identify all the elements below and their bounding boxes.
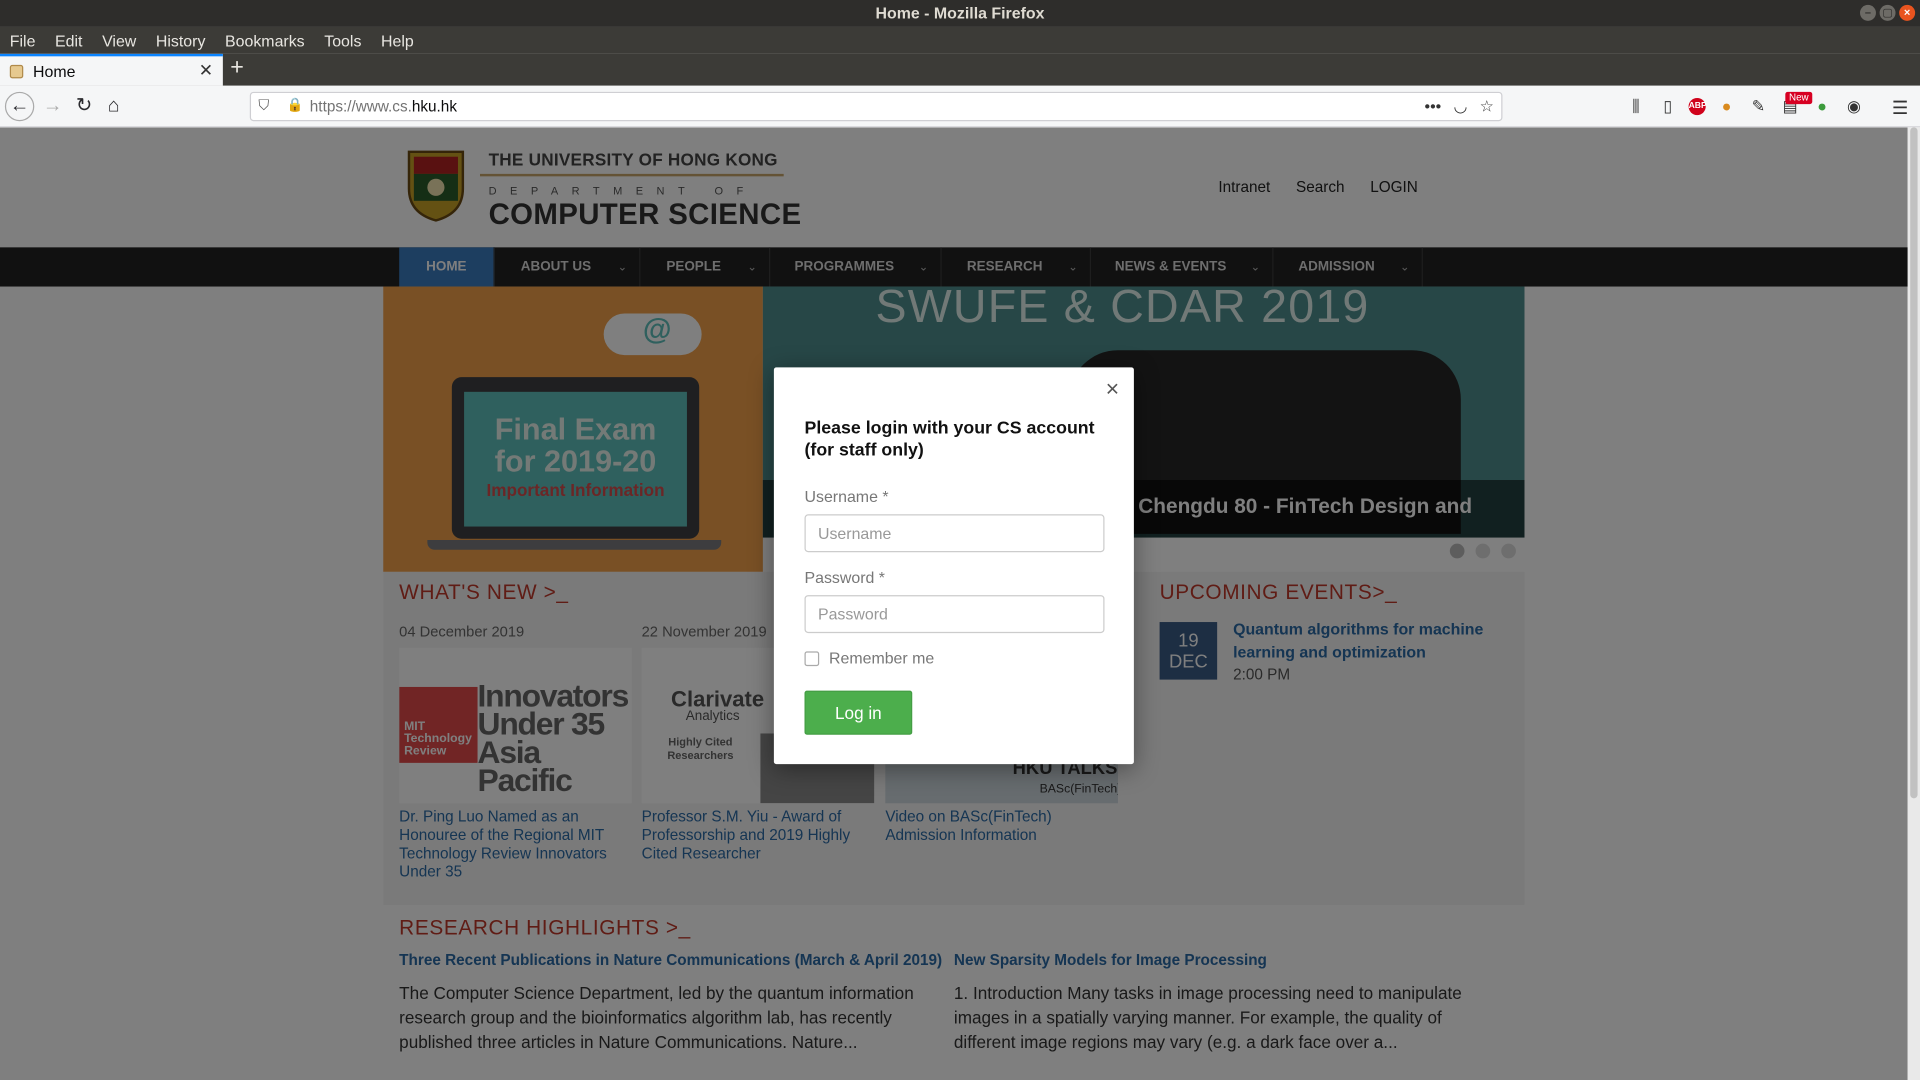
password-input[interactable] — [804, 595, 1105, 634]
tab-close-icon[interactable]: ✕ — [199, 60, 213, 81]
menu-history[interactable]: History — [156, 31, 206, 49]
maximize-icon[interactable]: ▢ — [1879, 4, 1896, 21]
pocket-icon[interactable]: ◡ — [1453, 97, 1467, 117]
menu-tools[interactable]: Tools — [324, 31, 361, 49]
url-actions: ••• ◡ ☆ — [1425, 97, 1494, 117]
adblock-icon[interactable]: ABP — [1688, 97, 1707, 116]
menu-help[interactable]: Help — [381, 31, 414, 49]
tab-label: Home — [33, 61, 76, 81]
tab-home[interactable]: Home ✕ — [0, 53, 223, 86]
favicon-icon — [9, 64, 24, 78]
window-controls: – ▢ × — [1860, 4, 1916, 21]
extension-fox-icon[interactable]: ● — [1716, 96, 1738, 118]
account-icon[interactable]: ◉ — [1843, 96, 1865, 118]
scrollbar-thumb[interactable] — [1910, 127, 1918, 799]
password-label: Password * — [804, 568, 886, 587]
home-icon[interactable]: ⌂ — [108, 96, 120, 118]
new-tab-icon[interactable]: + — [230, 55, 244, 82]
lock-icon[interactable]: 🔒 — [287, 97, 304, 113]
back-icon[interactable]: ← — [4, 91, 35, 122]
bookmark-star-icon[interactable]: ☆ — [1480, 97, 1494, 117]
url-bar[interactable]: ⛉ 🔒 https://www.cs.hku.hk ••• ◡ ☆ — [249, 91, 1503, 122]
minimize-icon[interactable]: – — [1860, 4, 1876, 21]
login-modal: × Please login with your CS account (for… — [773, 367, 1134, 765]
remember-me-checkbox[interactable] — [804, 651, 820, 667]
menu-bookmarks[interactable]: Bookmarks — [225, 31, 305, 49]
new-badge: New — [1785, 91, 1813, 105]
menu-hamburger-icon[interactable]: ☰ — [1892, 97, 1908, 119]
url-text[interactable]: https://www.cs.hku.hk — [310, 98, 457, 115]
window-titlebar: Home - Mozilla Firefox – ▢ × — [0, 0, 1920, 27]
toolbar-icons: ⫼ ▯ ABP ● ✎ ▤ ● ◉ — [1625, 96, 1865, 118]
close-icon[interactable]: × — [1106, 377, 1120, 404]
menu-edit[interactable]: Edit — [55, 31, 82, 49]
username-input[interactable] — [804, 514, 1105, 553]
tracking-shield-icon[interactable]: ⛉ — [258, 97, 269, 115]
scrollbar[interactable] — [1907, 127, 1920, 1080]
tab-bar: Home ✕ + — [0, 53, 1920, 86]
username-label: Username * — [804, 487, 889, 506]
page-actions-icon[interactable]: ••• — [1425, 97, 1442, 117]
modal-title: Please login with your CS account (for s… — [804, 418, 1095, 461]
library-icon[interactable]: ⫼ — [1625, 96, 1647, 118]
forward-icon[interactable]: → — [43, 96, 63, 118]
login-button[interactable]: Log in — [804, 690, 913, 735]
page-content: THE UNIVERSITY OF HONG KONG DEPARTMENT O… — [0, 127, 1908, 1080]
eyedropper-icon[interactable]: ✎ — [1747, 96, 1769, 118]
browser-window: Home - Mozilla Firefox – ▢ × File Edit V… — [0, 0, 1920, 1080]
window-close-icon[interactable]: × — [1899, 4, 1916, 21]
remember-me-label[interactable]: Remember me — [829, 649, 934, 667]
menu-file[interactable]: File — [10, 31, 36, 49]
menu-bar: File Edit View History Bookmarks Tools H… — [0, 26, 1920, 54]
window-title: Home - Mozilla Firefox — [875, 3, 1045, 23]
sidebar-icon[interactable]: ▯ — [1657, 96, 1679, 118]
reload-icon[interactable]: ↻ — [76, 96, 92, 118]
menu-view[interactable]: View — [102, 31, 136, 49]
extension-green-icon[interactable]: ● — [1811, 96, 1833, 118]
